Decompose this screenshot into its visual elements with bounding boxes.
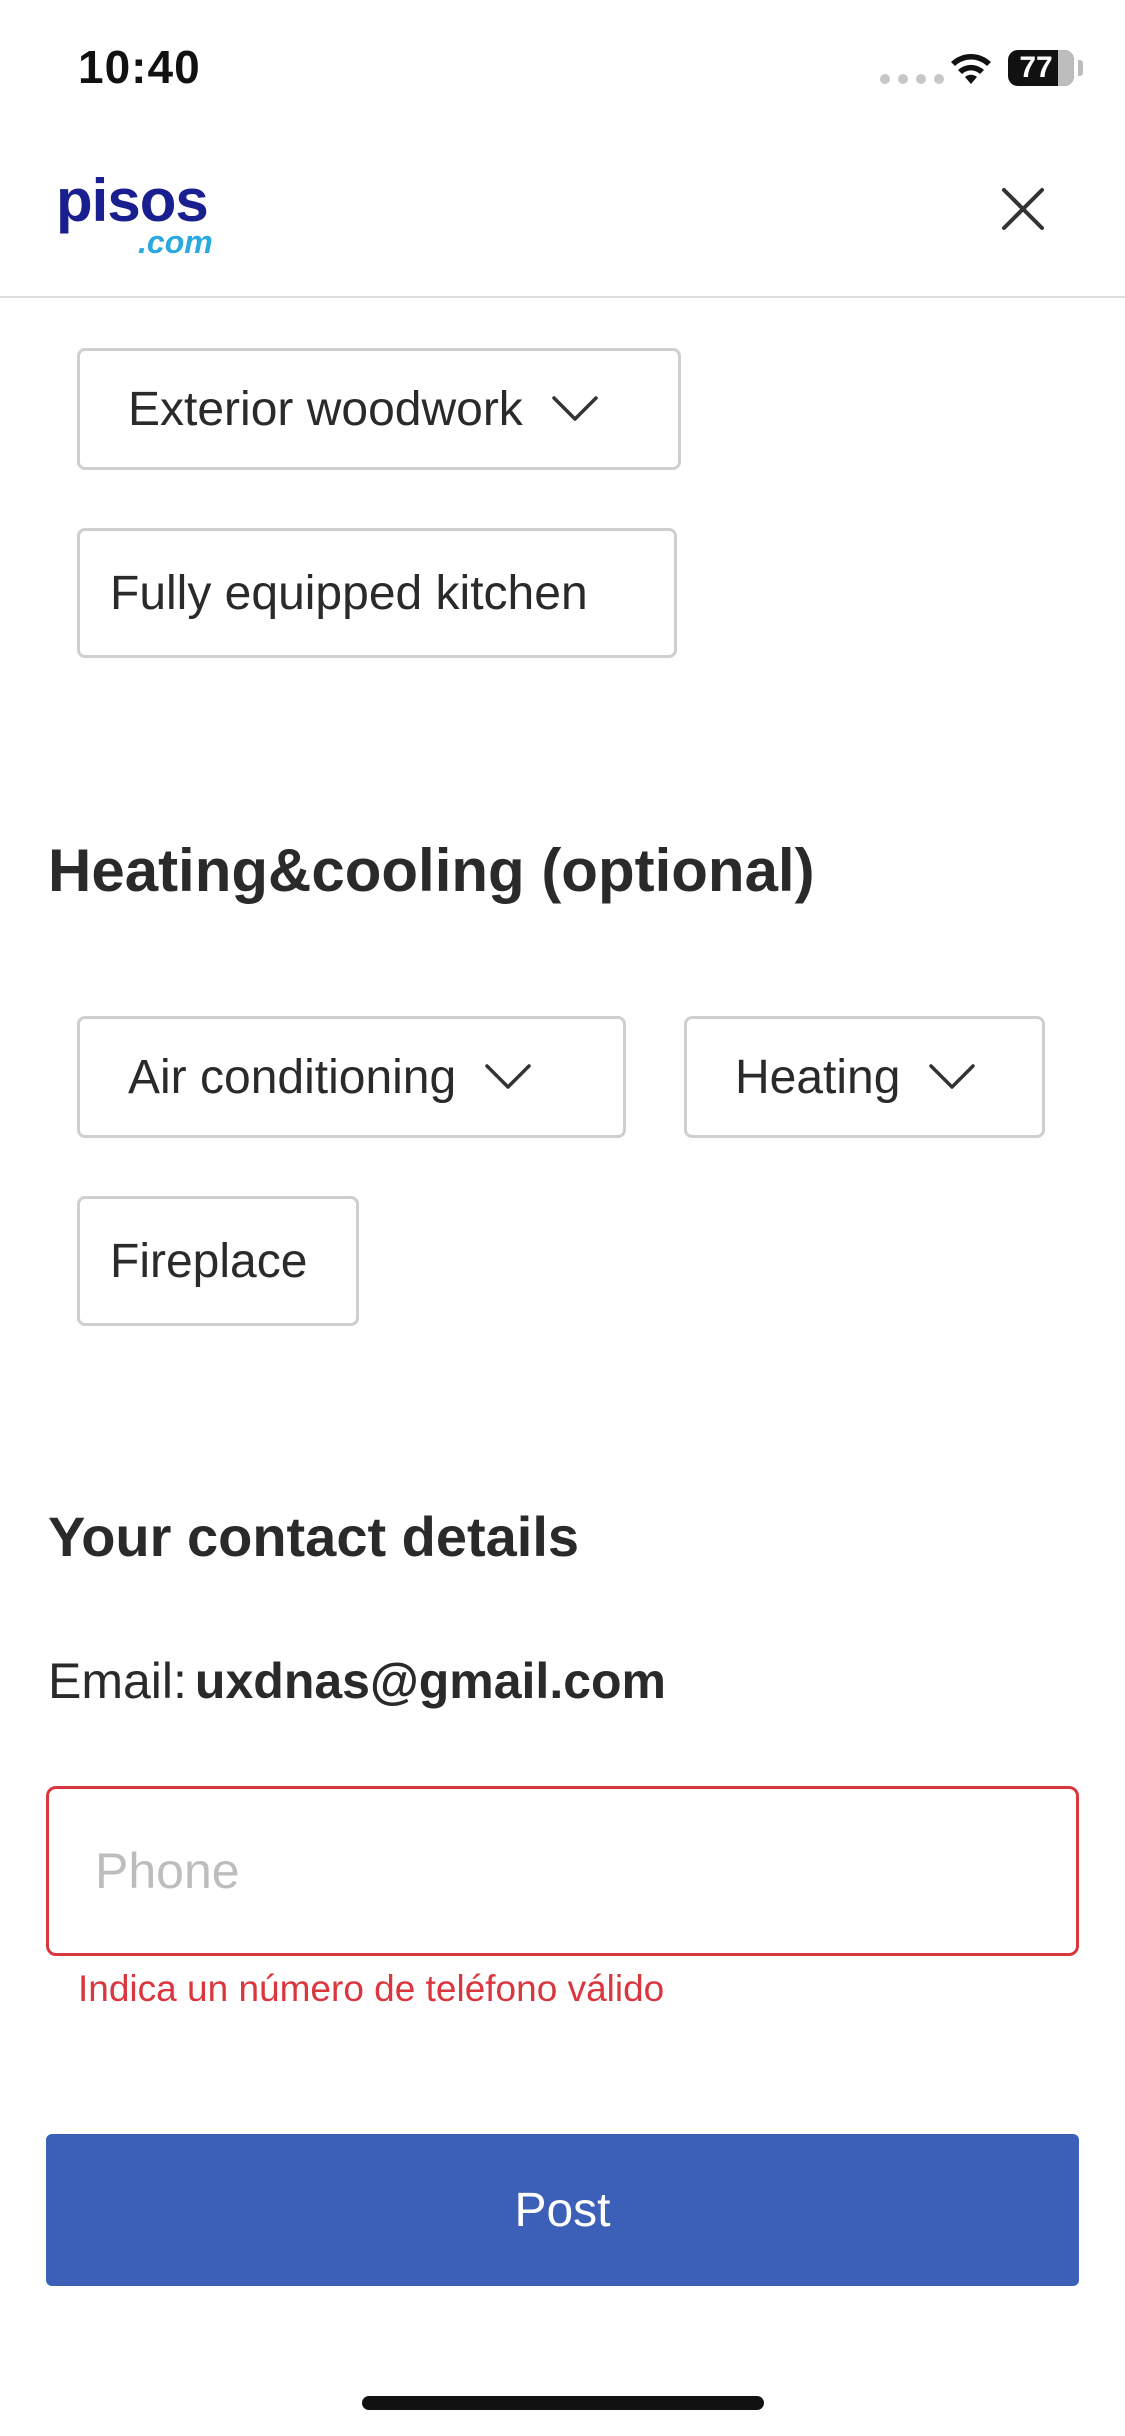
phone-input[interactable]	[46, 1786, 1079, 1956]
wifi-icon	[951, 54, 991, 84]
pisos-logo: pisos .com	[56, 166, 216, 260]
heating-label: Heating	[735, 1050, 901, 1104]
fully-equipped-kitchen-label: Fully equipped kitchen	[110, 566, 588, 620]
chevron-down-icon	[485, 1064, 531, 1089]
email-label: Email:	[48, 1653, 187, 1709]
heating-cooling-title: Heating&cooling (optional)	[48, 837, 815, 904]
phone-error-message: Indica un número de teléfono válido	[78, 1968, 665, 2009]
logo-sub-text: .com	[138, 224, 213, 260]
status-bar: 10:40 77	[0, 0, 1125, 140]
exterior-woodwork-dropdown[interactable]: Exterior woodwork	[77, 348, 681, 470]
fireplace-label: Fireplace	[110, 1234, 308, 1288]
close-icon[interactable]	[990, 176, 1056, 242]
app-header: pisos .com	[0, 140, 1125, 298]
heating-dropdown[interactable]: Heating	[684, 1016, 1045, 1138]
air-conditioning-dropdown[interactable]: Air conditioning	[77, 1016, 626, 1138]
exterior-woodwork-label: Exterior woodwork	[128, 382, 523, 436]
air-conditioning-label: Air conditioning	[128, 1050, 457, 1104]
battery-level: 77	[1019, 51, 1053, 84]
home-indicator	[362, 2396, 764, 2410]
battery-icon: 77	[1008, 50, 1074, 86]
fully-equipped-kitchen-chip[interactable]: Fully equipped kitchen	[77, 528, 677, 658]
status-time: 10:40	[78, 41, 201, 93]
chevron-down-icon	[552, 396, 598, 421]
post-button[interactable]: Post	[46, 2134, 1079, 2286]
chevron-down-icon	[929, 1064, 976, 1089]
email-value: uxdnas@gmail.com	[194, 1653, 667, 1709]
email-line: Email: uxdnas@gmail.com	[48, 1652, 666, 1710]
fireplace-chip[interactable]: Fireplace	[77, 1196, 359, 1326]
battery-tip	[1078, 60, 1083, 76]
cellular-signal-icon	[880, 74, 944, 84]
contact-details-title: Your contact details	[48, 1505, 580, 1568]
